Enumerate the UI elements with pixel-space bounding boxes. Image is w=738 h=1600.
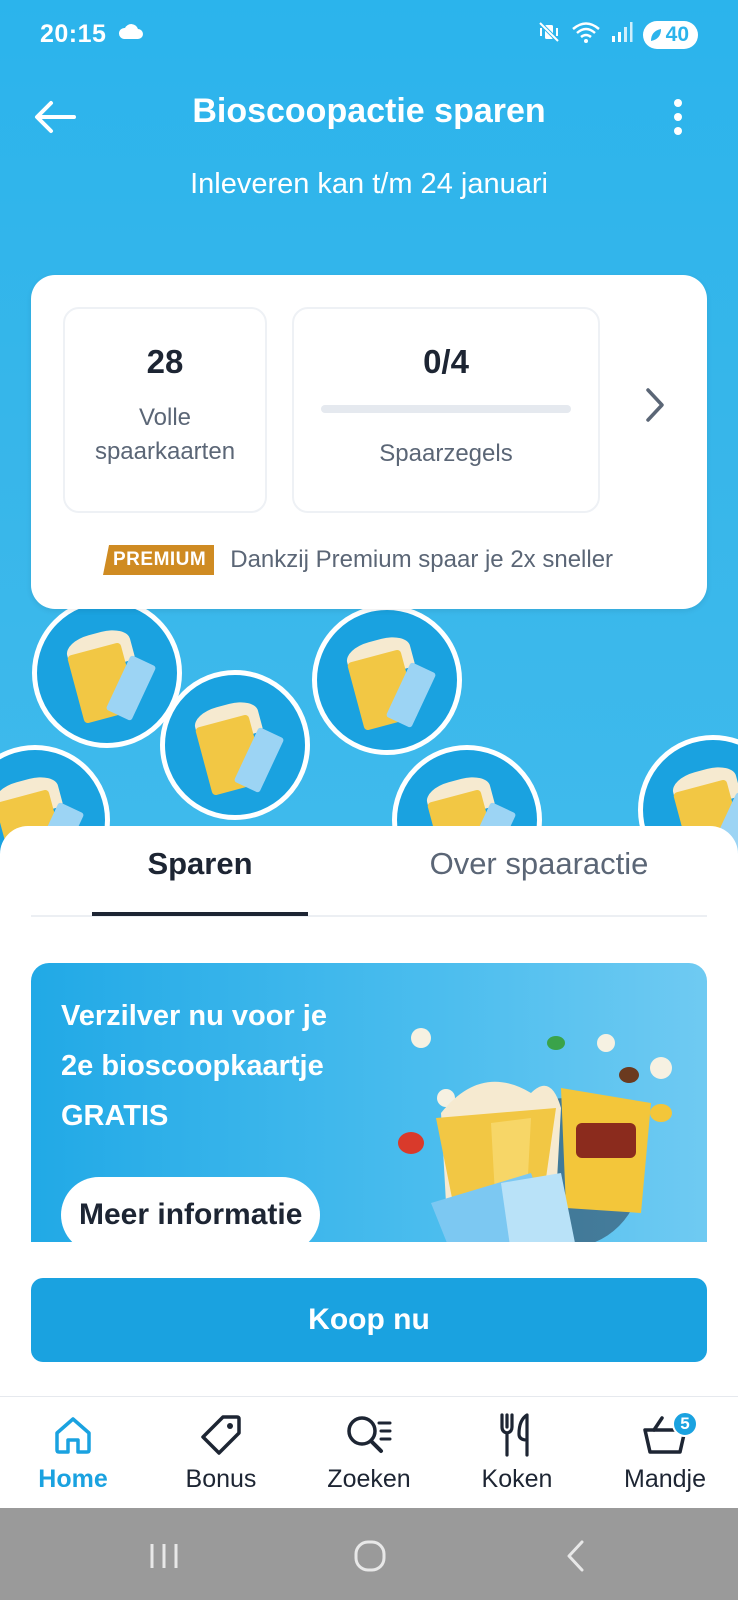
status-bar: 20:15 40 — [0, 0, 738, 70]
premium-info: PREMIUM Dankzij Premium spaar je 2x snel… — [103, 545, 613, 575]
active-tab-indicator — [92, 912, 308, 916]
buy-area: Koop nu — [0, 1242, 738, 1396]
page-title: Bioscoopactie sparen — [192, 92, 546, 130]
nav-zoeken[interactable]: Zoeken — [304, 1411, 434, 1494]
full-cards-label-line2: spaarkaarten — [94, 438, 236, 465]
popcorn-candy-image — [398, 1028, 672, 1253]
promo-text: Verzilver nu voor je 2e bioscoopkaartje … — [61, 991, 381, 1141]
stamps-progress-bar — [321, 405, 571, 413]
bioscoopzegel-stamp-image — [312, 605, 462, 755]
stamps-label: Spaarzegels — [379, 440, 513, 467]
search-list-icon — [347, 1416, 392, 1453]
status-time: 20:15 — [40, 20, 107, 48]
recent-apps-icon — [150, 1544, 178, 1568]
nav-zoeken-label: Zoeken — [327, 1465, 411, 1493]
battery-indicator: 40 — [642, 20, 698, 49]
home-system-button[interactable] — [340, 1536, 400, 1576]
nav-home[interactable]: Home — [8, 1411, 138, 1494]
nav-mandje-label: Mandje — [624, 1465, 706, 1493]
signal-icon — [611, 21, 633, 48]
tab-over-spaaractie[interactable]: Over spaaractie — [372, 846, 706, 882]
full-cards-label-line1: Volle — [138, 404, 192, 431]
tab-sparen[interactable]: Sparen — [92, 846, 308, 882]
chevron-left-icon — [567, 1540, 584, 1572]
more-menu-button[interactable] — [668, 95, 688, 139]
home-icon — [55, 1417, 91, 1454]
premium-badge: PREMIUM — [103, 545, 215, 575]
nav-koken[interactable]: Koken — [452, 1411, 582, 1494]
hero-background: 20:15 40 Bioscoopactie sparen Inleveren — [0, 0, 738, 860]
tag-icon — [201, 1415, 241, 1455]
more-vertical-icon — [674, 99, 682, 107]
promo-line1: Verzilver nu voor je — [61, 1000, 327, 1032]
bottom-navigation: Home Bonus Zoeken Koken 5 Mandje — [0, 1396, 738, 1508]
nav-home-label: Home — [38, 1465, 108, 1493]
cutlery-icon — [500, 1413, 529, 1457]
back-system-button[interactable] — [546, 1536, 606, 1576]
home-circle-icon — [354, 1540, 386, 1572]
system-navigation-bar — [0, 1508, 738, 1600]
stamps-count: 0/4 — [423, 343, 469, 380]
stamps-stat: 0/4 Spaarzegels — [292, 307, 600, 513]
full-cards-count: 28 — [146, 343, 184, 380]
cloud-icon — [118, 24, 144, 45]
nav-mandje[interactable]: 5 Mandje — [600, 1411, 730, 1494]
premium-text: Dankzij Premium spaar je 2x sneller — [230, 546, 614, 573]
chevron-right-icon[interactable] — [643, 387, 667, 428]
full-cards-stat: 28 Volle spaarkaarten — [63, 307, 267, 513]
nav-koken-label: Koken — [481, 1465, 553, 1493]
buy-now-button[interactable]: Koop nu — [31, 1278, 707, 1362]
nav-bonus[interactable]: Bonus — [156, 1411, 286, 1494]
promo-line3: GRATIS — [61, 1100, 169, 1132]
cart-count-badge: 5 — [672, 1411, 698, 1437]
nav-bonus-label: Bonus — [185, 1465, 257, 1493]
page-subtitle: Inleveren kan t/m 24 januari — [190, 168, 548, 200]
recent-apps-button[interactable] — [134, 1536, 194, 1576]
mute-vibrate-icon — [537, 20, 561, 49]
bioscoopzegel-stamp-image — [32, 598, 182, 748]
wifi-icon — [571, 20, 601, 49]
promo-banner: Verzilver nu voor je 2e bioscoopkaartje … — [31, 963, 707, 1253]
bioscoopzegel-stamp-image — [160, 670, 310, 820]
promo-line2: 2e bioscoopkaartje — [61, 1050, 324, 1082]
savings-summary-card[interactable]: 28 Volle spaarkaarten 0/4 Spaarzegels PR… — [31, 275, 707, 609]
battery-level: 40 — [665, 22, 689, 46]
